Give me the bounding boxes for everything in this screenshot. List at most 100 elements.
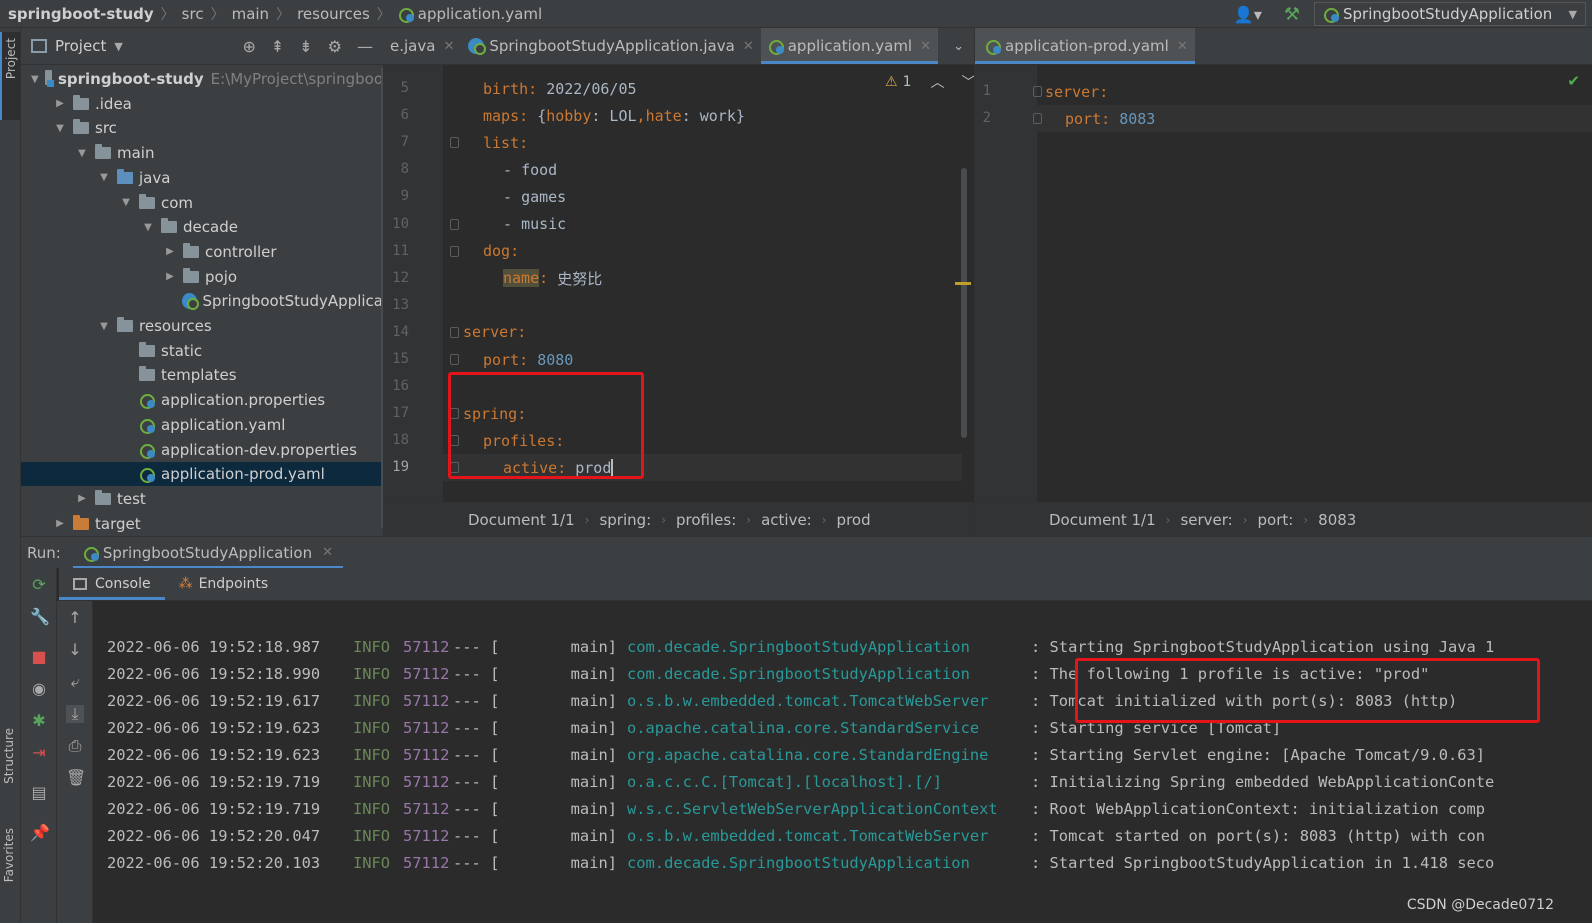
code-line[interactable]: - music [503,211,566,238]
tree-item[interactable]: ▼ src [21,116,383,140]
tab-console[interactable]: Console [59,568,165,600]
run-configuration-selector[interactable]: SpringbootStudyApplication ▼ [1314,2,1586,26]
trash-icon[interactable]: 🗑 [66,769,86,787]
code-line[interactable]: server: [463,319,526,346]
code-line[interactable]: - games [503,183,566,210]
tree-item[interactable]: ▶ pojo [21,265,383,289]
warning-marker[interactable] [955,282,971,285]
tab-endpoints[interactable]: ⁂ Endpoints [165,568,283,600]
console-line[interactable]: 2022-06-06 19:52:20.103 INFO 57112 --- [mai… [107,850,1494,877]
breadcrumb-port[interactable]: port: [1258,511,1294,529]
tree-item[interactable]: ▼ com [21,191,383,215]
chevron-right-icon[interactable]: ▶ [53,98,67,109]
exit-icon[interactable]: ⇥ [30,744,48,762]
log-logger[interactable]: com.decade.SpringbootStudyApplication [627,665,1031,683]
arrow-down-icon[interactable]: ↓ [66,641,84,659]
log-logger[interactable]: org.apache.catalina.core.StandardEngine [627,746,1031,764]
tree-item[interactable]: ▶ .idea [21,92,383,116]
close-icon[interactable]: ✕ [322,545,333,560]
chevron-down-icon[interactable]: ▼ [31,74,39,85]
tab-application-yaml[interactable]: application.yaml ✕ [760,28,939,64]
fold-marker-icon[interactable] [1033,113,1042,125]
inspection-widget[interactable]: ⚠ 1 ︿ ﹀ [885,72,974,92]
tree-item[interactable]: ▶ target [21,512,383,536]
locate-target-icon[interactable]: ⊕ [242,37,255,56]
tree-item[interactable]: ▼ springboot-study E:\MyProject\springboo [21,67,383,91]
run-config-tab[interactable]: SpringbootStudyApplication ✕ [72,537,344,569]
structure-tool-tab[interactable]: Structure [2,728,16,784]
breadcrumb-file[interactable]: application.yaml [398,5,542,23]
breadcrumb-main[interactable]: main [232,5,269,23]
breadcrumb-project[interactable]: springboot-study [0,5,154,23]
rerun-icon[interactable]: ⟳ [30,576,48,594]
code-line[interactable]: list: [483,129,528,156]
close-icon[interactable]: ✕ [1177,39,1188,54]
wrench-icon[interactable]: 🔧 [30,608,50,626]
chevron-right-icon[interactable]: ▶ [163,246,177,257]
code-line[interactable]: maps: {hobby: LOL,hate: work} [483,102,745,129]
console-line[interactable]: 2022-06-06 19:52:19.719 INFO 57112 --- [mai… [107,796,1485,823]
tree-item[interactable]: ▼ main [21,141,383,165]
user-icon[interactable]: 👤▾ [1234,5,1262,24]
fold-marker-icon[interactable] [450,326,459,338]
tree-item[interactable]: ▼ resources [21,314,383,338]
expand-all-icon[interactable]: ⇞ [271,37,284,56]
tree-item[interactable]: ▶ test [21,487,383,511]
chevron-down-icon[interactable]: ▼ [53,123,67,134]
tree-item[interactable]: application.properties [21,388,383,412]
stop-icon[interactable]: ■ [30,648,48,666]
tree-item[interactable]: ▼ java [21,166,383,190]
fold-marker-icon[interactable] [450,245,459,257]
chevron-down-icon[interactable]: ▼ [114,40,122,53]
tab-e-java[interactable]: e.java ✕ [383,28,461,64]
tab-springboot-study-application-java[interactable]: SpringbootStudyApplication.java ✕ [461,28,760,64]
project-tool-tab[interactable]: Project [0,32,20,120]
log-logger[interactable]: com.decade.SpringbootStudyApplication [627,638,1031,656]
chevron-right-icon[interactable]: ▶ [53,518,67,529]
console-line[interactable]: 2022-06-06 19:52:19.719 INFO 57112 --- [mai… [107,769,1494,796]
code-line[interactable]: birth: 2022/06/05 [483,75,637,102]
code-line[interactable]: - food [503,156,557,183]
breadcrumb-active[interactable]: active: [761,511,812,529]
fold-marker-icon[interactable] [1033,86,1042,97]
close-icon[interactable]: ✕ [443,39,454,54]
fold-marker-icon[interactable] [450,218,459,230]
chevron-down-icon[interactable]: ▼ [119,197,133,208]
collapse-all-icon[interactable]: ⇟ [299,37,312,56]
chevron-right-icon[interactable]: ▶ [75,493,89,504]
breadcrumb-document[interactable]: Document 1/1 [468,511,575,529]
code-line[interactable]: port: 8080 [483,346,573,373]
chevron-down-icon[interactable]: ▼ [97,321,111,332]
breadcrumb-port-value[interactable]: 8083 [1318,511,1356,529]
tree-item[interactable]: templates [21,363,383,387]
tree-item[interactable]: SpringbootStudyApplica [21,289,383,313]
breadcrumb-profiles[interactable]: profiles: [676,511,736,529]
fold-marker-icon[interactable] [450,354,459,365]
print-icon[interactable]: ⎙ [66,737,84,755]
scroll-to-end-icon[interactable]: ⤓ [66,705,84,723]
chevron-down-icon[interactable]: ﹀ [961,72,974,92]
layout-icon[interactable]: ▤ [30,784,48,802]
breadcrumb-document[interactable]: Document 1/1 [1049,511,1156,529]
breadcrumb-prod[interactable]: prod [837,511,871,529]
tree-item[interactable]: application-prod.yaml [21,462,383,487]
close-icon[interactable]: ✕ [743,39,754,54]
console-line[interactable]: 2022-06-06 19:52:20.047 INFO 57112 --- [mai… [107,823,1485,850]
log-logger[interactable]: com.decade.SpringbootStudyApplication [627,854,1031,872]
tree-item[interactable]: static [21,339,383,363]
console-line[interactable]: 2022-06-06 19:52:18.987 INFO 57112 --- [mai… [107,633,1494,660]
tree-item[interactable]: application.yaml [21,413,383,437]
console-output[interactable]: 2022-06-06 19:52:18.987 INFO 57112 --- [mai… [93,601,1592,923]
build-hammer-icon[interactable]: ⚒ [1284,4,1300,25]
debug-bug-icon[interactable]: ✱ [30,712,48,730]
code-line[interactable]: name: 史努比 [503,265,602,292]
log-logger[interactable]: o.s.b.w.embedded.tomcat.TomcatWebServer [627,827,1031,845]
favorites-tool-tab[interactable]: Favorites [2,828,16,882]
project-view-selector[interactable]: Project [55,37,106,55]
breadcrumb-spring[interactable]: spring: [599,511,651,529]
log-logger[interactable]: o.apache.catalina.core.StandardService [627,719,1031,737]
camera-icon[interactable]: ◉ [30,680,48,698]
chevron-down-icon[interactable]: ▼ [97,172,111,183]
pin-icon[interactable]: 📌 [30,824,50,842]
settings-gear-icon[interactable]: ⚙ [328,37,342,56]
